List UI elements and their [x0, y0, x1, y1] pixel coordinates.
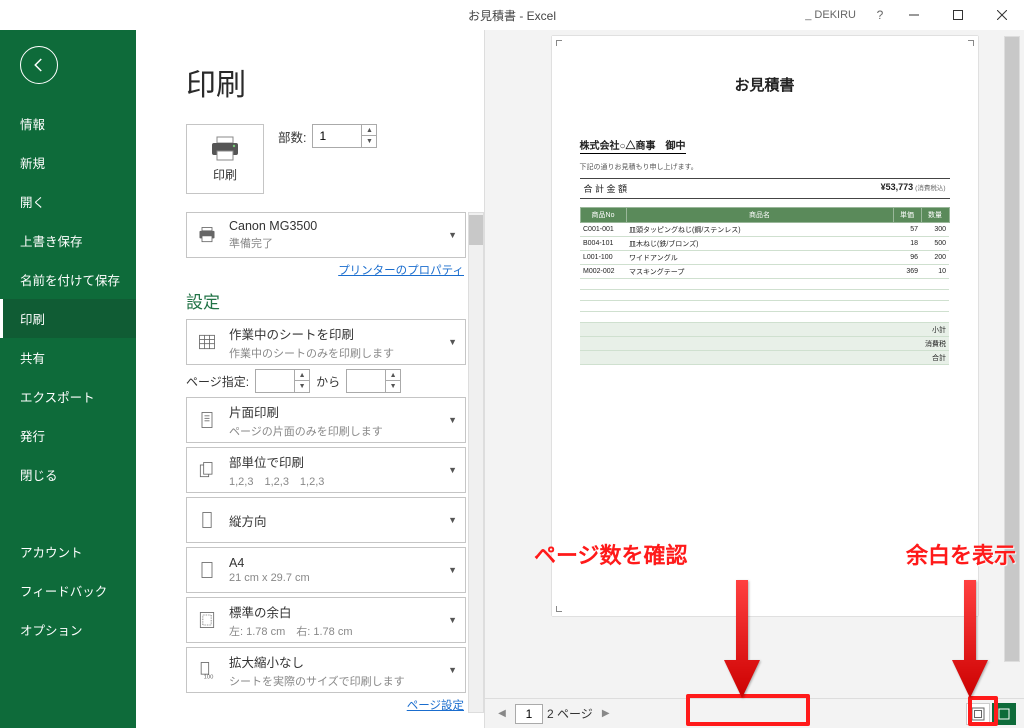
- chevron-down-icon: ▼: [448, 615, 457, 625]
- chevron-down-icon: ▼: [448, 415, 457, 425]
- printer-icon: [209, 136, 241, 162]
- window-title: お見積書 - Excel: [468, 7, 556, 24]
- printer-icon: [195, 225, 219, 245]
- sidebar-item-publish[interactable]: 発行: [0, 416, 136, 455]
- sidebar-item-info[interactable]: 情報: [0, 104, 136, 143]
- scale-icon: 100: [195, 660, 219, 680]
- sheet-icon: [195, 332, 219, 352]
- maximize-button[interactable]: [936, 1, 980, 29]
- print-scope-dropdown[interactable]: 作業中のシートを印刷作業中のシートのみを印刷します ▼: [186, 319, 466, 365]
- sidebar-item-feedback[interactable]: フィードバック: [0, 571, 136, 610]
- doc-table: 商品No商品名単価数量 C001-001皿頭タッピングねじ(鋼/ステンレス)57…: [580, 207, 950, 365]
- chevron-down-icon: ▼: [448, 230, 457, 240]
- print-button-label: 印刷: [213, 166, 237, 183]
- chevron-down-icon: ▼: [448, 515, 457, 525]
- printer-name: Canon MG3500: [229, 219, 448, 233]
- printer-properties-link[interactable]: プリンターのプロパティ: [186, 262, 466, 278]
- page-to-spinner[interactable]: ▲▼: [346, 369, 401, 393]
- chevron-down-icon: ▼: [448, 665, 457, 675]
- scale-dropdown[interactable]: 100 拡大縮小なしシートを実際のサイズで印刷します ▼: [186, 647, 466, 693]
- settings-heading: 設定: [186, 288, 466, 313]
- sidebar-item-open[interactable]: 開く: [0, 182, 136, 221]
- printer-status: 準備完了: [229, 235, 448, 251]
- panel-heading: 印刷: [186, 60, 484, 104]
- copies-up[interactable]: ▲: [362, 125, 376, 136]
- sidebar-item-saveas[interactable]: 名前を付けて保存: [0, 260, 136, 299]
- annotation-arrow: [950, 580, 990, 705]
- chevron-down-icon: ▼: [448, 565, 457, 575]
- page-icon: [195, 560, 219, 580]
- paper-dropdown[interactable]: A421 cm x 29.7 cm ▼: [186, 547, 466, 593]
- doc-note: 下記の通りお見積もり申し上げます。: [580, 162, 950, 172]
- close-button[interactable]: [980, 1, 1024, 29]
- titlebar: お見積書 - Excel _ DEKIRU ?: [0, 0, 1024, 30]
- user-label: _ DEKIRU: [805, 9, 856, 21]
- copies-spinner[interactable]: ▲▼: [312, 124, 377, 148]
- sidebar-item-new[interactable]: 新規: [0, 143, 136, 182]
- print-button[interactable]: 印刷: [186, 124, 264, 194]
- orientation-dropdown[interactable]: 縦方向 ▼: [186, 497, 466, 543]
- sidebar-item-export[interactable]: エクスポート: [0, 377, 136, 416]
- page-navigator: ◀ 2 ページ ▶: [493, 704, 615, 724]
- print-panel: 印刷 印刷 部数: ▲▼ Canon MG3500準備完了: [136, 30, 484, 728]
- chevron-down-icon: ▼: [448, 465, 457, 475]
- total-pages-label: 2 ページ: [547, 705, 593, 722]
- sidebar-item-share[interactable]: 共有: [0, 338, 136, 377]
- margin-icon: [195, 610, 219, 630]
- collate-icon: [195, 460, 219, 480]
- doc-client: 株式会社○△商事 御中: [580, 137, 686, 154]
- preview-scrollbar[interactable]: [1004, 36, 1020, 662]
- chevron-down-icon: ▼: [448, 337, 457, 347]
- current-page-input[interactable]: [515, 704, 543, 724]
- help-button[interactable]: ?: [868, 8, 892, 22]
- sidebar-item-print[interactable]: 印刷: [0, 299, 136, 338]
- page-range-row: ページ指定: ▲▼ から ▲▼: [186, 369, 466, 393]
- page-from-spinner[interactable]: ▲▼: [255, 369, 310, 393]
- margin-dropdown[interactable]: 標準の余白左: 1.78 cm 右: 1.78 cm ▼: [186, 597, 466, 643]
- backstage-sidebar: 情報 新規 開く 上書き保存 名前を付けて保存 印刷 共有 エクスポート 発行 …: [0, 30, 136, 728]
- sidebar-item-close[interactable]: 閉じる: [0, 455, 136, 494]
- annotation-arrow: [722, 580, 762, 705]
- page-setup-link[interactable]: ページ設定: [186, 697, 466, 713]
- next-page-button[interactable]: ▶: [597, 708, 615, 719]
- copies-input[interactable]: [313, 125, 361, 147]
- copies-down[interactable]: ▼: [362, 136, 376, 147]
- sidebar-item-account[interactable]: アカウント: [0, 532, 136, 571]
- page-icon: [195, 410, 219, 430]
- sidebar-item-save[interactable]: 上書き保存: [0, 221, 136, 260]
- preview-page: お見積書 株式会社○△商事 御中 下記の通りお見積もり申し上げます。 合 計 金…: [552, 36, 978, 616]
- settings-scrollbar[interactable]: [468, 212, 484, 713]
- minimize-button[interactable]: [892, 1, 936, 29]
- back-button[interactable]: [20, 46, 58, 84]
- svg-text:100: 100: [204, 674, 214, 680]
- copies-label: 部数:: [278, 127, 306, 146]
- printer-dropdown[interactable]: Canon MG3500 準備完了 ▼: [186, 212, 466, 258]
- doc-title: お見積書: [580, 74, 950, 95]
- duplex-dropdown[interactable]: 片面印刷ページの片面のみを印刷します ▼: [186, 397, 466, 443]
- portrait-icon: [195, 510, 219, 530]
- sidebar-item-options[interactable]: オプション: [0, 610, 136, 649]
- prev-page-button[interactable]: ◀: [493, 708, 511, 719]
- collate-dropdown[interactable]: 部単位で印刷1,2,3 1,2,3 1,2,3 ▼: [186, 447, 466, 493]
